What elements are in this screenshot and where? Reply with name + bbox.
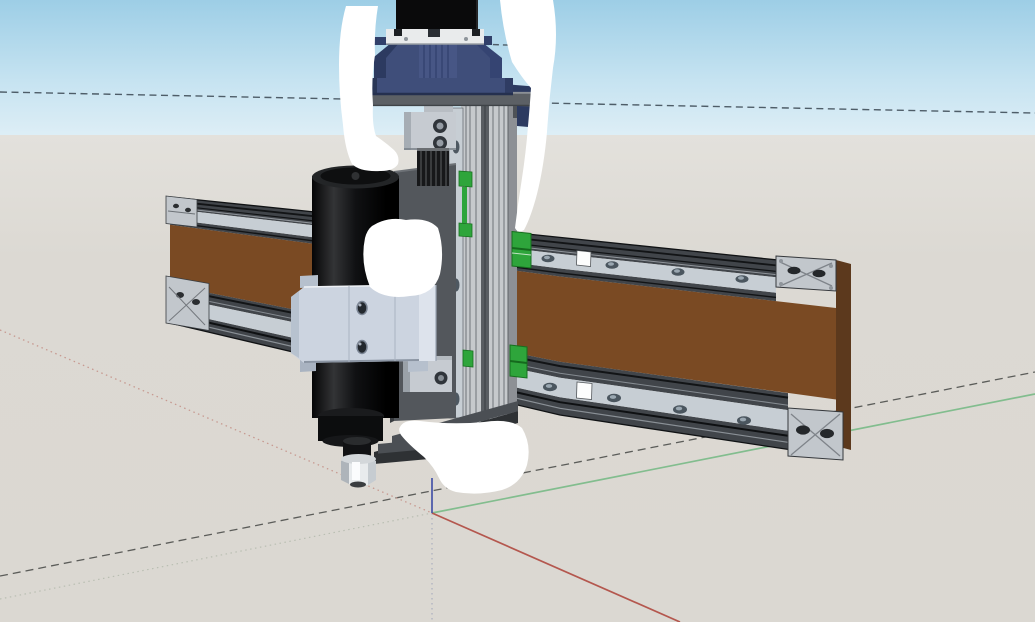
clamp-ear [300, 275, 318, 288]
rail-end-block [577, 382, 593, 400]
motor-flange [386, 29, 484, 44]
motor-mount[interactable] [369, 36, 513, 95]
rail-end-block [577, 251, 592, 267]
whiteout-blob-middle [363, 219, 442, 297]
coupler-bellows [417, 148, 449, 186]
collet-nut[interactable] [341, 454, 376, 488]
z-column-extrusion[interactable] [461, 103, 517, 423]
3d-viewport[interactable] [0, 0, 1035, 622]
stepper-motor[interactable] [396, 0, 478, 31]
